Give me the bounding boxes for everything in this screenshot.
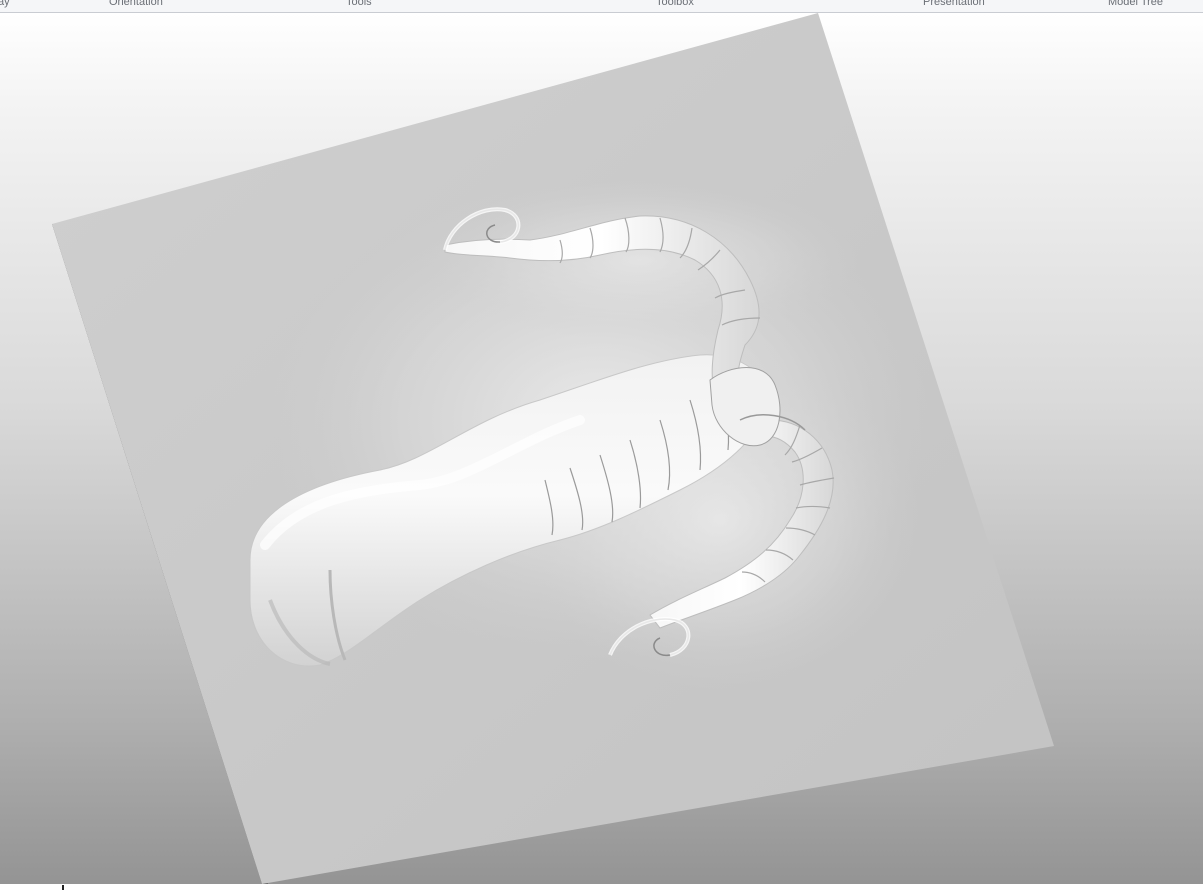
ribbon-group-labels: ay Orientation Tools Toolbox Presentatio…: [0, 0, 1203, 13]
ribbon-group-presentation[interactable]: Presentation: [923, 0, 985, 8]
3d-viewport[interactable]: [0, 13, 1203, 890]
ribbon-group-display[interactable]: ay: [0, 0, 10, 8]
ribbon-group-toolbox[interactable]: Toolbox: [656, 0, 694, 8]
ribbon-group-tools[interactable]: Tools: [346, 0, 372, 8]
status-strip: [0, 884, 1203, 890]
cursor-mark: [62, 885, 64, 890]
relief-model[interactable]: [0, 13, 1203, 890]
ribbon-group-orientation[interactable]: Orientation: [109, 0, 163, 8]
ribbon-group-model-tree[interactable]: Model Tree: [1108, 0, 1163, 8]
